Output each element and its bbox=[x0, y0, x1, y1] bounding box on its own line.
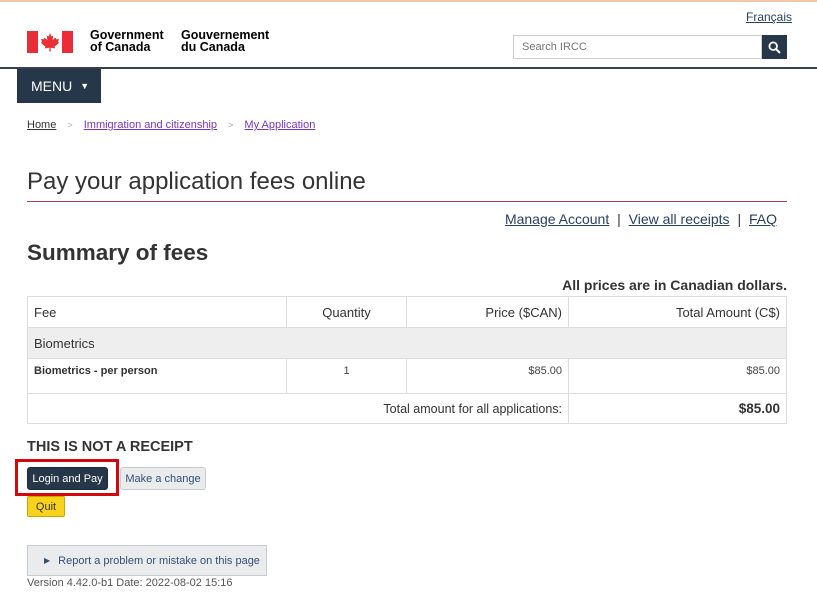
triangle-right-icon: ▶ bbox=[44, 556, 51, 565]
menu-label: MENU bbox=[31, 78, 73, 94]
breadcrumb-home[interactable]: Home bbox=[27, 119, 56, 131]
breadcrumb: Home > Immigration and citizenship > My … bbox=[27, 119, 315, 131]
report-problem-button[interactable]: ▶ Report a problem or mistake on this pa… bbox=[27, 545, 267, 576]
fee-name-cell: Biometrics - per person bbox=[27, 358, 287, 394]
faq-link[interactable]: FAQ bbox=[749, 211, 777, 227]
quantity-cell: 1 bbox=[286, 358, 407, 394]
currency-note: All prices are in Canadian dollars. bbox=[562, 277, 787, 293]
link-separator: | bbox=[737, 211, 742, 227]
breadcrumb-immigration[interactable]: Immigration and citizenship bbox=[84, 119, 217, 131]
government-of-canada-wordmark-en: Government of Canada bbox=[90, 29, 164, 54]
price-cell: $85.00 bbox=[406, 358, 569, 394]
page-title: Pay your application fees online bbox=[27, 168, 366, 195]
quit-button[interactable]: Quit bbox=[27, 496, 65, 517]
version-info: Version 4.42.0-b1 Date: 2022-08-02 15:16 bbox=[27, 577, 233, 589]
view-receipts-link[interactable]: View all receipts bbox=[629, 211, 730, 227]
total-cell: $85.00 bbox=[568, 358, 787, 394]
maple-leaf-icon bbox=[40, 33, 60, 52]
title-underline bbox=[27, 201, 787, 202]
breadcrumb-my-application[interactable]: My Application bbox=[244, 119, 315, 131]
total-amount: $85.00 bbox=[568, 393, 787, 424]
table-group-row: Biometrics bbox=[27, 327, 787, 359]
table-header-row: Fee Quantity Price ($CAN) Total Amount (… bbox=[27, 296, 787, 328]
breadcrumb-separator-icon: > bbox=[228, 120, 234, 130]
report-problem-label: Report a problem or mistake on this page bbox=[58, 554, 260, 567]
chevron-down-icon: ▼ bbox=[80, 81, 90, 91]
wordmark-en-line2: of Canada bbox=[90, 40, 151, 54]
table-row: Biometrics - per person 1 $85.00 $85.00 bbox=[27, 358, 787, 394]
account-links: Manage Account | View all receipts | FAQ bbox=[505, 211, 777, 227]
canada-flag-logo bbox=[27, 31, 73, 53]
table-total-row: Total amount for all applications: $85.0… bbox=[27, 393, 787, 424]
header-divider bbox=[0, 67, 817, 69]
not-receipt-notice: THIS IS NOT A RECEIPT bbox=[27, 439, 193, 455]
link-separator: | bbox=[617, 211, 621, 227]
language-toggle-link[interactable]: Français bbox=[746, 10, 792, 24]
make-a-change-button[interactable]: Make a change bbox=[120, 467, 206, 490]
total-label: Total amount for all applications: bbox=[27, 393, 569, 424]
wordmark-fr-line2: du Canada bbox=[181, 40, 245, 54]
search-button[interactable] bbox=[762, 35, 787, 59]
government-of-canada-wordmark-fr: Gouvernement du Canada bbox=[181, 29, 269, 54]
summary-heading: Summary of fees bbox=[27, 240, 209, 265]
group-label: Biometrics bbox=[27, 327, 787, 359]
fees-table: Fee Quantity Price ($CAN) Total Amount (… bbox=[27, 296, 787, 424]
column-header-fee: Fee bbox=[27, 296, 287, 328]
column-header-total: Total Amount (C$) bbox=[568, 296, 787, 328]
top-accent-line bbox=[0, 0, 817, 2]
search-icon bbox=[768, 40, 781, 54]
column-header-quantity: Quantity bbox=[286, 296, 407, 328]
search-input[interactable] bbox=[513, 35, 762, 59]
column-header-price: Price ($CAN) bbox=[406, 296, 569, 328]
login-and-pay-button[interactable]: Login and Pay bbox=[27, 467, 108, 490]
menu-button[interactable]: MENU ▼ bbox=[17, 69, 101, 103]
manage-account-link[interactable]: Manage Account bbox=[505, 211, 609, 227]
breadcrumb-separator-icon: > bbox=[67, 120, 73, 130]
